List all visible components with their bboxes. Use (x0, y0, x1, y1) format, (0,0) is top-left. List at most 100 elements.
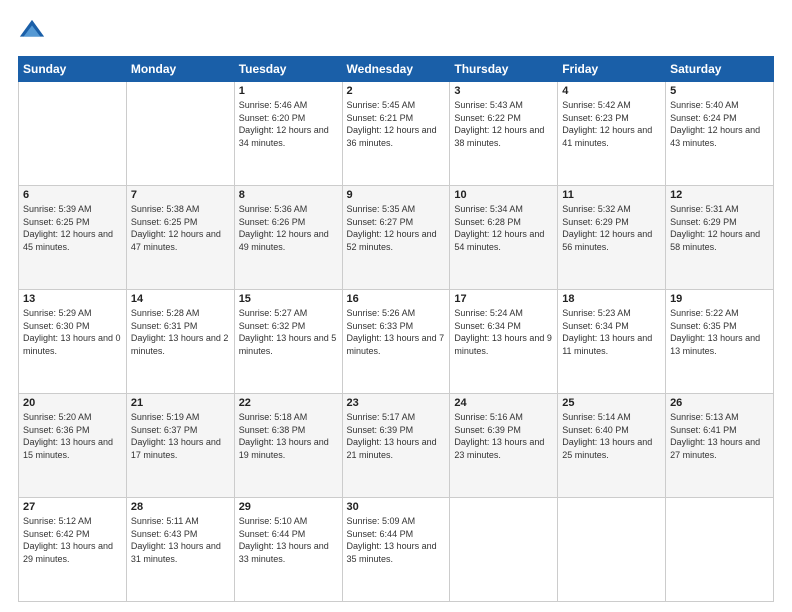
day-number: 25 (562, 397, 661, 409)
day-info: Sunrise: 5:26 AM Sunset: 6:33 PM Dayligh… (347, 307, 446, 357)
day-number: 24 (454, 397, 553, 409)
day-number: 13 (23, 293, 122, 305)
day-info: Sunrise: 5:35 AM Sunset: 6:27 PM Dayligh… (347, 203, 446, 253)
calendar-cell: 4 Sunrise: 5:42 AM Sunset: 6:23 PM Daylig… (558, 82, 666, 186)
day-of-week-header: Friday (558, 57, 666, 82)
day-of-week-header: Sunday (19, 57, 127, 82)
day-number: 16 (347, 293, 446, 305)
day-number: 11 (562, 189, 661, 201)
day-info: Sunrise: 5:24 AM Sunset: 6:34 PM Dayligh… (454, 307, 553, 357)
day-number: 18 (562, 293, 661, 305)
calendar-week-row: 6 Sunrise: 5:39 AM Sunset: 6:25 PM Daylig… (19, 186, 774, 290)
header (18, 18, 774, 46)
calendar-cell: 9 Sunrise: 5:35 AM Sunset: 6:27 PM Daylig… (342, 186, 450, 290)
day-info: Sunrise: 5:09 AM Sunset: 6:44 PM Dayligh… (347, 515, 446, 565)
day-info: Sunrise: 5:10 AM Sunset: 6:44 PM Dayligh… (239, 515, 338, 565)
calendar-cell: 3 Sunrise: 5:43 AM Sunset: 6:22 PM Daylig… (450, 82, 558, 186)
calendar-page: SundayMondayTuesdayWednesdayThursdayFrid… (0, 0, 792, 612)
day-info: Sunrise: 5:13 AM Sunset: 6:41 PM Dayligh… (670, 411, 769, 461)
calendar-cell (126, 82, 234, 186)
day-info: Sunrise: 5:39 AM Sunset: 6:25 PM Dayligh… (23, 203, 122, 253)
day-info: Sunrise: 5:42 AM Sunset: 6:23 PM Dayligh… (562, 99, 661, 149)
day-info: Sunrise: 5:28 AM Sunset: 6:31 PM Dayligh… (131, 307, 230, 357)
calendar-cell: 17 Sunrise: 5:24 AM Sunset: 6:34 PM Dayli… (450, 290, 558, 394)
day-info: Sunrise: 5:40 AM Sunset: 6:24 PM Dayligh… (670, 99, 769, 149)
calendar-cell (666, 498, 774, 602)
calendar-cell: 15 Sunrise: 5:27 AM Sunset: 6:32 PM Dayli… (234, 290, 342, 394)
day-info: Sunrise: 5:22 AM Sunset: 6:35 PM Dayligh… (670, 307, 769, 357)
calendar-table: SundayMondayTuesdayWednesdayThursdayFrid… (18, 56, 774, 602)
day-number: 29 (239, 501, 338, 513)
calendar-cell: 27Sunrise: 5:12 AM Sunset: 6:42 PM Dayli… (19, 498, 127, 602)
calendar-cell: 8 Sunrise: 5:36 AM Sunset: 6:26 PM Daylig… (234, 186, 342, 290)
day-number: 17 (454, 293, 553, 305)
calendar-cell: 7 Sunrise: 5:38 AM Sunset: 6:25 PM Daylig… (126, 186, 234, 290)
day-number: 19 (670, 293, 769, 305)
day-number: 21 (131, 397, 230, 409)
calendar-cell: 13 Sunrise: 5:29 AM Sunset: 6:30 PM Dayli… (19, 290, 127, 394)
calendar-cell: 21 Sunrise: 5:19 AM Sunset: 6:37 PM Dayli… (126, 394, 234, 498)
day-number: 1 (239, 85, 338, 97)
day-number: 8 (239, 189, 338, 201)
calendar-cell (450, 498, 558, 602)
calendar-cell: 14 Sunrise: 5:28 AM Sunset: 6:31 PM Dayli… (126, 290, 234, 394)
calendar-cell: 2Sunrise: 5:45 AM Sunset: 6:21 PM Daylig… (342, 82, 450, 186)
day-info: Sunrise: 5:43 AM Sunset: 6:22 PM Dayligh… (454, 99, 553, 149)
calendar-cell: 25 Sunrise: 5:14 AM Sunset: 6:40 PM Dayli… (558, 394, 666, 498)
calendar-cell: 11 Sunrise: 5:32 AM Sunset: 6:29 PM Dayli… (558, 186, 666, 290)
calendar-cell: 12 Sunrise: 5:31 AM Sunset: 6:29 PM Dayli… (666, 186, 774, 290)
calendar-cell: 1 Sunrise: 5:46 AM Sunset: 6:20 PM Daylig… (234, 82, 342, 186)
calendar-cell (19, 82, 127, 186)
day-info: Sunrise: 5:27 AM Sunset: 6:32 PM Dayligh… (239, 307, 338, 357)
calendar-cell (558, 498, 666, 602)
day-info: Sunrise: 5:38 AM Sunset: 6:25 PM Dayligh… (131, 203, 230, 253)
day-info: Sunrise: 5:36 AM Sunset: 6:26 PM Dayligh… (239, 203, 338, 253)
calendar-cell: 10 Sunrise: 5:34 AM Sunset: 6:28 PM Dayli… (450, 186, 558, 290)
day-number: 14 (131, 293, 230, 305)
day-info: Sunrise: 5:29 AM Sunset: 6:30 PM Dayligh… (23, 307, 122, 357)
calendar-cell: 5Sunrise: 5:40 AM Sunset: 6:24 PM Daylig… (666, 82, 774, 186)
calendar-week-row: 27Sunrise: 5:12 AM Sunset: 6:42 PM Dayli… (19, 498, 774, 602)
day-number: 30 (347, 501, 446, 513)
calendar-cell: 20 Sunrise: 5:20 AM Sunset: 6:36 PM Dayli… (19, 394, 127, 498)
logo (18, 18, 50, 46)
day-number: 22 (239, 397, 338, 409)
day-number: 9 (347, 189, 446, 201)
day-number: 12 (670, 189, 769, 201)
day-info: Sunrise: 5:46 AM Sunset: 6:20 PM Dayligh… (239, 99, 338, 149)
calendar-cell: 28Sunrise: 5:11 AM Sunset: 6:43 PM Dayli… (126, 498, 234, 602)
day-info: Sunrise: 5:34 AM Sunset: 6:28 PM Dayligh… (454, 203, 553, 253)
day-number: 20 (23, 397, 122, 409)
day-number: 3 (454, 85, 553, 97)
day-of-week-header: Thursday (450, 57, 558, 82)
day-number: 23 (347, 397, 446, 409)
day-number: 7 (131, 189, 230, 201)
day-number: 15 (239, 293, 338, 305)
calendar-cell: 29 Sunrise: 5:10 AM Sunset: 6:44 PM Dayli… (234, 498, 342, 602)
day-info: Sunrise: 5:20 AM Sunset: 6:36 PM Dayligh… (23, 411, 122, 461)
day-info: Sunrise: 5:11 AM Sunset: 6:43 PM Dayligh… (131, 515, 230, 565)
day-of-week-header: Tuesday (234, 57, 342, 82)
day-number: 10 (454, 189, 553, 201)
logo-icon (18, 18, 46, 46)
day-info: Sunrise: 5:14 AM Sunset: 6:40 PM Dayligh… (562, 411, 661, 461)
calendar-week-row: 13 Sunrise: 5:29 AM Sunset: 6:30 PM Dayli… (19, 290, 774, 394)
day-info: Sunrise: 5:32 AM Sunset: 6:29 PM Dayligh… (562, 203, 661, 253)
calendar-cell: 22 Sunrise: 5:18 AM Sunset: 6:38 PM Dayli… (234, 394, 342, 498)
day-info: Sunrise: 5:23 AM Sunset: 6:34 PM Dayligh… (562, 307, 661, 357)
calendar-cell: 26Sunrise: 5:13 AM Sunset: 6:41 PM Dayli… (666, 394, 774, 498)
calendar-week-row: 1 Sunrise: 5:46 AM Sunset: 6:20 PM Daylig… (19, 82, 774, 186)
day-of-week-header: Wednesday (342, 57, 450, 82)
day-number: 4 (562, 85, 661, 97)
day-number: 2 (347, 85, 446, 97)
calendar-cell: 24Sunrise: 5:16 AM Sunset: 6:39 PM Dayli… (450, 394, 558, 498)
calendar-cell: 16 Sunrise: 5:26 AM Sunset: 6:33 PM Dayli… (342, 290, 450, 394)
calendar-cell: 6 Sunrise: 5:39 AM Sunset: 6:25 PM Daylig… (19, 186, 127, 290)
day-number: 27 (23, 501, 122, 513)
day-info: Sunrise: 5:31 AM Sunset: 6:29 PM Dayligh… (670, 203, 769, 253)
day-info: Sunrise: 5:18 AM Sunset: 6:38 PM Dayligh… (239, 411, 338, 461)
calendar-week-row: 20 Sunrise: 5:20 AM Sunset: 6:36 PM Dayli… (19, 394, 774, 498)
day-number: 6 (23, 189, 122, 201)
calendar-cell: 23Sunrise: 5:17 AM Sunset: 6:39 PM Dayli… (342, 394, 450, 498)
day-info: Sunrise: 5:19 AM Sunset: 6:37 PM Dayligh… (131, 411, 230, 461)
